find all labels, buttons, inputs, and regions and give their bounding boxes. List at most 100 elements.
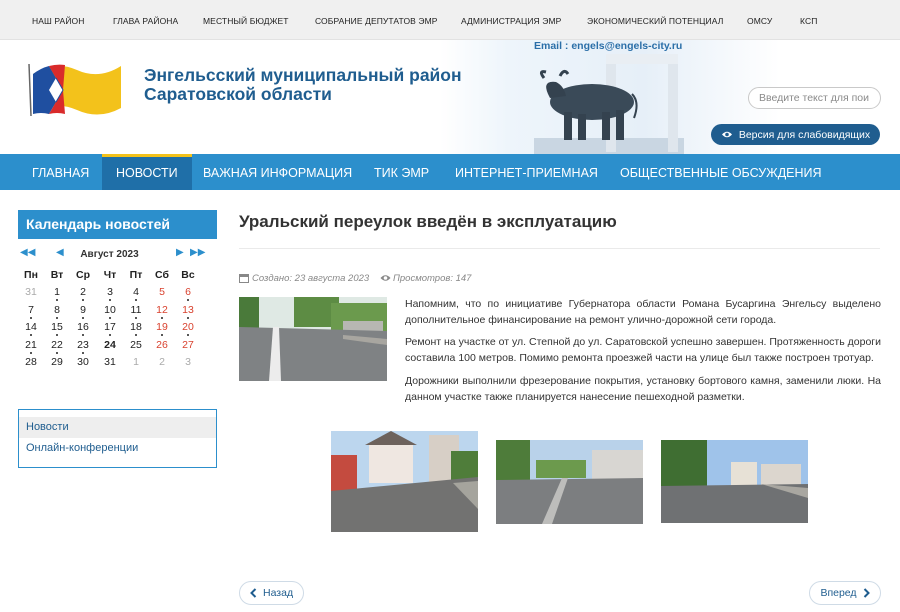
category-item-news[interactable]: Новости (19, 417, 216, 438)
main-nav-item-public-discussions[interactable]: ОБЩЕСТВЕННЫЕ ОБСУЖДЕНИЯ (620, 154, 822, 190)
calendar-news-dot-icon (161, 334, 163, 337)
calendar-day[interactable]: 14 (18, 321, 44, 337)
category-item-online-conferences[interactable]: Онлайн-конференции (19, 438, 216, 459)
calendar-day-number: 14 (25, 321, 37, 334)
calendar-day-number: 19 (156, 321, 168, 334)
calendar-weekday: Вс (181, 269, 195, 281)
calendar-day-number: 2 (80, 286, 86, 299)
calendar-month-navigation: ◀◀ ◀ Август 2023 ▶ ▶▶ (18, 247, 217, 263)
calendar-day[interactable]: 16 (70, 321, 96, 337)
calendar-week-row: 31 1 2 3 4 5 6 (18, 286, 200, 303)
calendar-news-dot-icon (109, 299, 111, 302)
top-nav-item-administration[interactable]: АДМИНИСТРАЦИЯ ЭМР (461, 16, 561, 26)
top-navigation: НАШ РАЙОН ГЛАВА РАЙОНА МЕСТНЫЙ БЮДЖЕТ СО… (0, 0, 900, 40)
calendar-day[interactable]: 3 (97, 286, 123, 302)
article-main-photo[interactable] (239, 297, 387, 381)
calendar-day[interactable]: 2 (70, 286, 96, 302)
calendar-day: 25 (123, 339, 149, 351)
calendar-day[interactable]: 10 (97, 304, 123, 319)
calendar-day[interactable]: 22 (44, 339, 70, 354)
calendar-day: 26 (149, 339, 175, 351)
site-title[interactable]: Энгельсский муниципальный район Саратовс… (144, 66, 462, 104)
calendar-day-number: 3 (185, 355, 191, 368)
calendar-day[interactable]: 20 (175, 321, 201, 337)
calendar-day[interactable]: 6 (175, 286, 201, 302)
top-nav-item-local-budget[interactable]: МЕСТНЫЙ БЮДЖЕТ (203, 16, 289, 26)
calendar-day: 30 (70, 356, 96, 368)
top-nav-item-economic-potential[interactable]: ЭКОНОМИЧЕСКИЙ ПОТЕНЦИАЛ (587, 16, 723, 26)
calendar-day: 24 (97, 339, 123, 351)
main-nav-item-important-info[interactable]: ВАЖНАЯ ИНФОРМАЦИЯ (203, 154, 352, 190)
calendar-day[interactable]: 11 (123, 304, 149, 319)
calendar-day-number: 6 (185, 286, 191, 299)
calendar-news-dot-icon (56, 316, 58, 319)
calendar-day[interactable]: 17 (97, 321, 123, 337)
calendar-day-number: 2 (159, 355, 165, 368)
calendar-weekday: Пн (24, 269, 38, 281)
main-navigation: ГЛАВНАЯ НОВОСТИ ВАЖНАЯ ИНФОРМАЦИЯ ТИК ЭМ… (0, 154, 900, 190)
calendar-day[interactable]: 12 (149, 303, 175, 319)
calendar-day-number: 3 (107, 286, 113, 299)
top-nav-item-our-district[interactable]: НАШ РАЙОН (32, 16, 85, 26)
calendar-news-dot-icon (82, 316, 84, 319)
article-created-date: Создано: 23 августа 2023 (252, 273, 370, 284)
calendar-news-dot-icon (82, 351, 84, 354)
calendar-day[interactable]: 1 (44, 286, 70, 302)
calendar-day[interactable]: 15 (44, 321, 70, 337)
calendar-day-number: 4 (133, 286, 139, 299)
top-nav-item-district-head[interactable]: ГЛАВА РАЙОНА (113, 16, 178, 26)
calendar-day-number: 24 (104, 338, 116, 351)
calendar-news-dot-icon (187, 316, 189, 319)
top-nav-item-deputies-assembly[interactable]: СОБРАНИЕ ДЕПУТАТОВ ЭМР (315, 16, 438, 26)
calendar-grid: Пн Вт Ср Чт Пт Сб Вс 31 1 2 3 4 5 6 7 8 9 10 11 12 13 14 15 16 1… (18, 269, 200, 373)
calendar-news-dot-icon (56, 351, 58, 354)
calendar-weekday: Сб (155, 269, 169, 281)
bull-monument-image (534, 54, 684, 154)
main-nav-item-home[interactable]: ГЛАВНАЯ (32, 154, 89, 190)
calendar-weekday: Ср (76, 269, 90, 281)
gallery-photo-1[interactable] (331, 431, 478, 532)
calendar-day-number: 1 (133, 355, 139, 368)
calendar-day[interactable]: 9 (70, 304, 96, 319)
gallery-photo-3[interactable] (661, 440, 808, 523)
calendar-day[interactable]: 13 (175, 304, 201, 319)
prev-article-button[interactable]: Назад (239, 581, 305, 605)
calendar-day[interactable]: 8 (44, 304, 70, 319)
main-nav-item-tik[interactable]: ТИК ЭМР (374, 154, 429, 190)
calendar-weekday: Вт (50, 269, 64, 281)
category-list: Новости Онлайн-конференции (18, 409, 217, 468)
top-nav-item-ksp[interactable]: КСП (800, 16, 817, 26)
top-nav-item-omsu[interactable]: ОМСУ (747, 16, 772, 26)
calendar-news-dot-icon (30, 316, 32, 319)
calendar-month-label: Август 2023 (80, 249, 139, 260)
calendar-day-number: 17 (104, 321, 116, 334)
calendar-news-dot-icon (187, 299, 189, 302)
calendar-day[interactable]: 19 (149, 321, 175, 337)
article-title: Уральский переулок введён в эксплуатацию (239, 212, 617, 231)
main-nav-item-internet-reception[interactable]: ИНТЕРНЕТ-ПРИЕМНАЯ (455, 154, 598, 190)
calendar-news-dot-icon (30, 334, 32, 337)
calendar-day[interactable]: 18 (123, 321, 149, 337)
gallery-photo-2[interactable] (496, 440, 643, 524)
calendar-day[interactable]: 4 (123, 286, 149, 302)
calendar-day: 29 (44, 356, 70, 368)
calendar-week-row: 28 29 30 31 1 2 3 (18, 356, 200, 373)
accessibility-version-button[interactable]: Версия для слабовидящих (711, 124, 880, 145)
calendar-news-dot-icon (109, 316, 111, 319)
main-nav-item-news[interactable]: НОВОСТИ (102, 154, 192, 190)
search-input[interactable] (748, 87, 881, 109)
calendar-next-year-icon[interactable]: ▶▶ (190, 247, 205, 258)
calendar-day-number: 12 (156, 303, 168, 316)
calendar-next-month-icon[interactable]: ▶ (176, 247, 184, 258)
calendar-day-number: 23 (77, 338, 89, 351)
calendar-news-dot-icon (187, 334, 189, 337)
calendar-day-number: 20 (182, 321, 194, 334)
calendar-day[interactable]: 21 (18, 338, 44, 354)
next-article-button[interactable]: Вперед (809, 581, 881, 605)
calendar-day-number: 25 (130, 338, 142, 351)
calendar-news-dot-icon (56, 334, 58, 337)
calendar-day[interactable]: 7 (18, 304, 44, 319)
calendar-day-number: 21 (25, 338, 37, 351)
district-flag-logo[interactable] (25, 56, 125, 118)
calendar-day[interactable]: 23 (70, 338, 96, 354)
